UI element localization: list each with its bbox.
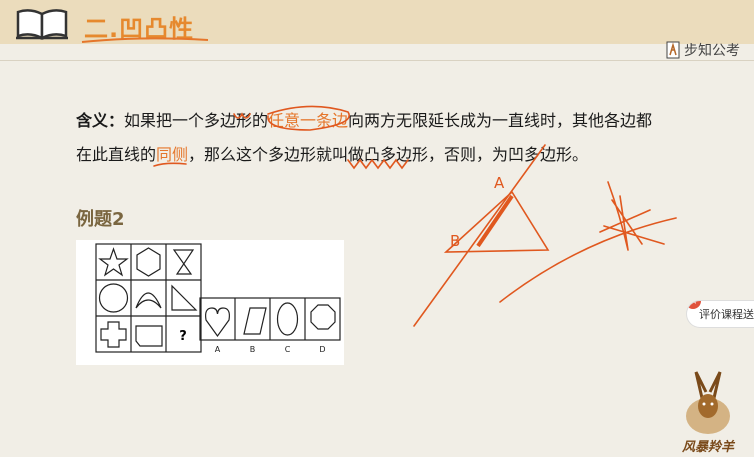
annotation-concave-sketch [499,181,677,303]
example-title: 例题2 [76,209,125,230]
puzzle-question-mark: ? [179,329,187,344]
cell-cross-icon [100,321,127,348]
brand: 步知公考 [666,40,740,60]
cell-hourglass-icon [172,249,195,275]
annotation-extension-line [413,144,546,327]
brand-name: 步知公考 [684,43,740,59]
definition-highlight-any-edge: 任意一条边 [268,111,349,130]
feedback-label: 评价课程送积分 [699,308,754,321]
annotation-label-a: A [494,174,505,192]
cell-hexagon-icon [136,247,161,277]
definition-part-1: 如果把一个多边形的 [124,111,269,130]
option-label-a: A [215,345,221,354]
title-underline-stroke [81,37,209,43]
brand-logo-icon [666,41,680,59]
cell-rectangle-icon [135,325,163,347]
definition-label: 含义： [76,111,125,130]
annotation-bold-edge [476,194,514,248]
header-divider [0,60,754,61]
cell-triangle-icon [171,284,198,311]
header-bar: 二.凹凸性 [0,0,754,44]
cell-star-icon [98,247,129,277]
option-b-parallelogram-icon [243,307,267,335]
option-c-ellipse-icon [276,302,299,336]
annotation-label-b: B [450,232,460,250]
cell-circle-icon [98,283,129,313]
option-label-c: C [285,345,291,354]
open-book-icon [16,9,68,40]
definition-part-3: ，那么这个多边形就叫做凸多边形，否则，为凹多边形。 [188,145,589,164]
antelope-mascot-icon [686,371,730,434]
cell-crescent-icon [135,292,162,309]
option-label-b: B [250,345,256,354]
example-figure-puzzle: ? A B C D [76,240,344,365]
mascot-label: 风暴羚羊 [682,440,735,455]
definition-text: 含义：如果把一个多边形的任意一条边向两方无限延长成为一直线时，其他各边都在此直线… [76,104,666,172]
option-label-d: D [319,345,325,354]
option-a-heart-icon [205,307,230,338]
definition-highlight-same-side: 同侧 [156,145,189,164]
course-feedback-button[interactable]: × 评价课程送积分 [686,300,754,328]
option-d-octagon-icon [310,304,336,330]
annotation-triangle-sketch [443,190,550,253]
